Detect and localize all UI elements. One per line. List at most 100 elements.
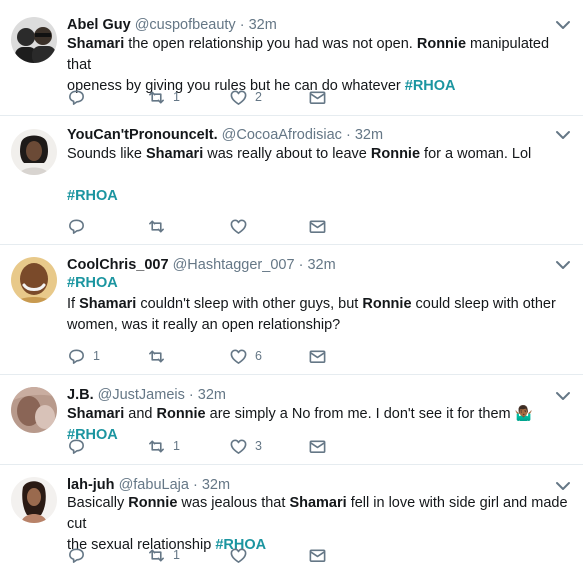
- tweet-text-segment: was jealous that: [177, 495, 290, 511]
- tweet[interactable]: CoolChris_007 @Hashtagger_007 · 32m #RHO…: [0, 245, 583, 375]
- display-name[interactable]: YouCan'tPronounceIt.: [67, 127, 218, 143]
- heart-icon: [230, 548, 247, 563]
- hashtag-link[interactable]: #RHOA: [67, 188, 118, 204]
- tweet-text-segment: the open relationship you had was not op…: [124, 36, 417, 52]
- retweet-icon: [149, 439, 164, 453]
- timestamp[interactable]: 32m: [202, 477, 230, 493]
- tweet-text-line: Basically Ronnie was jealous that Shamar…: [67, 493, 572, 535]
- tweet[interactable]: lah-juh @fabuLaja · 32m Basically Ronnie…: [0, 465, 583, 565]
- tweet-header: lah-juh @fabuLaja · 32m: [67, 477, 231, 493]
- like-count: 6: [255, 349, 262, 363]
- like-button[interactable]: [229, 216, 255, 236]
- tweet-text-line: #RHOA: [67, 186, 572, 207]
- avatar[interactable]: [11, 477, 57, 523]
- timestamp[interactable]: 32m: [249, 17, 277, 33]
- mention-keyword: Ronnie: [128, 495, 178, 511]
- direct-message-button[interactable]: [308, 346, 327, 366]
- direct-message-button[interactable]: [308, 545, 327, 565]
- hashtag-link[interactable]: #RHOA: [67, 275, 118, 291]
- chevron-down-icon[interactable]: [555, 391, 571, 401]
- chevron-down-icon[interactable]: [555, 481, 571, 491]
- reply-icon: [69, 439, 84, 454]
- avatar[interactable]: [11, 17, 57, 63]
- direct-message-button[interactable]: [308, 87, 327, 107]
- user-handle[interactable]: @JustJameis: [98, 387, 185, 403]
- mention-keyword: Shamari: [79, 296, 137, 312]
- mention-keyword: Shamari: [67, 36, 125, 52]
- avatar[interactable]: [11, 129, 57, 175]
- tweet[interactable]: J.B. @JustJameis · 32m Shamari and Ronni…: [0, 375, 583, 465]
- user-handle[interactable]: @CocoaAfrodisiac: [222, 127, 342, 143]
- retweet-icon: [149, 219, 164, 233]
- user-handle[interactable]: @cuspofbeauty: [135, 17, 236, 33]
- envelope-icon: [309, 439, 326, 453]
- reply-button[interactable]: [67, 87, 93, 107]
- retweet-button[interactable]: [147, 346, 173, 366]
- reply-button[interactable]: [67, 216, 93, 236]
- reply-button[interactable]: 1: [67, 346, 100, 366]
- tweet-actions: 1 6: [67, 346, 367, 366]
- tweet-text-segment: was really about to leave: [203, 146, 371, 162]
- tweet-text-segment: for a woman. Lol: [420, 146, 532, 162]
- tweet-text-line: women, was it really an open relationshi…: [67, 315, 572, 336]
- tweet-text-line: [67, 165, 572, 186]
- retweet-button[interactable]: 1: [147, 545, 180, 565]
- display-name[interactable]: J.B.: [67, 387, 94, 403]
- direct-message-button[interactable]: [308, 436, 327, 456]
- envelope-icon: [309, 349, 326, 363]
- mention-keyword: Shamari: [67, 406, 125, 422]
- shrug-emoji-icon: 🤷🏾‍♂️: [514, 406, 533, 422]
- display-name[interactable]: lah-juh: [67, 477, 115, 493]
- like-button[interactable]: [229, 545, 255, 565]
- user-handle[interactable]: @Hashtagger_007: [173, 257, 295, 273]
- reply-button[interactable]: [67, 545, 93, 565]
- reply-count: 1: [93, 349, 100, 363]
- reply-icon: [69, 90, 84, 105]
- display-name[interactable]: Abel Guy: [67, 17, 131, 33]
- tweet-text-segment: are simply a No from me. I don't see it …: [205, 406, 515, 422]
- envelope-icon: [309, 548, 326, 562]
- timestamp[interactable]: 32m: [355, 127, 383, 143]
- reply-button[interactable]: [67, 436, 93, 456]
- heart-icon: [230, 349, 247, 364]
- tweet-text-segment: Sounds like: [67, 146, 146, 162]
- tweet-feed: Abel Guy @cuspofbeauty · 32m Shamari the…: [0, 0, 583, 565]
- chevron-down-icon[interactable]: [555, 130, 571, 140]
- mention-keyword: Ronnie: [362, 296, 412, 312]
- tweet-text-line: Sounds like Shamari was really about to …: [67, 144, 572, 165]
- avatar[interactable]: [11, 387, 57, 433]
- mention-keyword: Shamari: [146, 146, 204, 162]
- like-button[interactable]: 6: [229, 346, 262, 366]
- display-name[interactable]: CoolChris_007: [67, 257, 169, 273]
- tweet-text-segment: could sleep with other: [411, 296, 556, 312]
- user-handle[interactable]: @fabuLaja: [119, 477, 189, 493]
- retweet-icon: [149, 548, 164, 562]
- chevron-down-icon[interactable]: [555, 260, 571, 270]
- avatar[interactable]: [11, 257, 57, 303]
- direct-message-button[interactable]: [308, 216, 327, 236]
- mention-keyword: Ronnie: [370, 146, 421, 162]
- tweet[interactable]: YouCan'tPronounceIt. @CocoaAfrodisiac · …: [0, 116, 583, 245]
- timestamp[interactable]: 32m: [307, 257, 335, 273]
- mention-keyword: Shamari: [289, 495, 347, 511]
- retweet-icon: [149, 90, 164, 104]
- tweet-text-segment: and: [124, 406, 157, 422]
- like-button[interactable]: 2: [229, 87, 262, 107]
- hashtag-link[interactable]: #RHOA: [405, 78, 456, 94]
- like-count: 3: [255, 439, 262, 453]
- tweet[interactable]: Abel Guy @cuspofbeauty · 32m Shamari the…: [0, 0, 583, 116]
- tweet-header: Abel Guy @cuspofbeauty · 32m: [67, 17, 277, 33]
- retweet-button[interactable]: [147, 216, 173, 236]
- reply-icon: [69, 349, 84, 364]
- chevron-down-icon[interactable]: [555, 20, 571, 30]
- tweet-text-segment: Basically: [67, 495, 129, 511]
- tweet-actions: 1 2: [67, 87, 367, 107]
- tweet-header: J.B. @JustJameis · 32m: [67, 387, 226, 403]
- like-count: 2: [255, 90, 262, 104]
- reply-icon: [69, 548, 84, 563]
- retweet-button[interactable]: 1: [147, 87, 180, 107]
- retweet-button[interactable]: 1: [147, 436, 180, 456]
- like-button[interactable]: 3: [229, 436, 262, 456]
- mention-keyword: Ronnie: [156, 406, 206, 422]
- timestamp[interactable]: 32m: [198, 387, 226, 403]
